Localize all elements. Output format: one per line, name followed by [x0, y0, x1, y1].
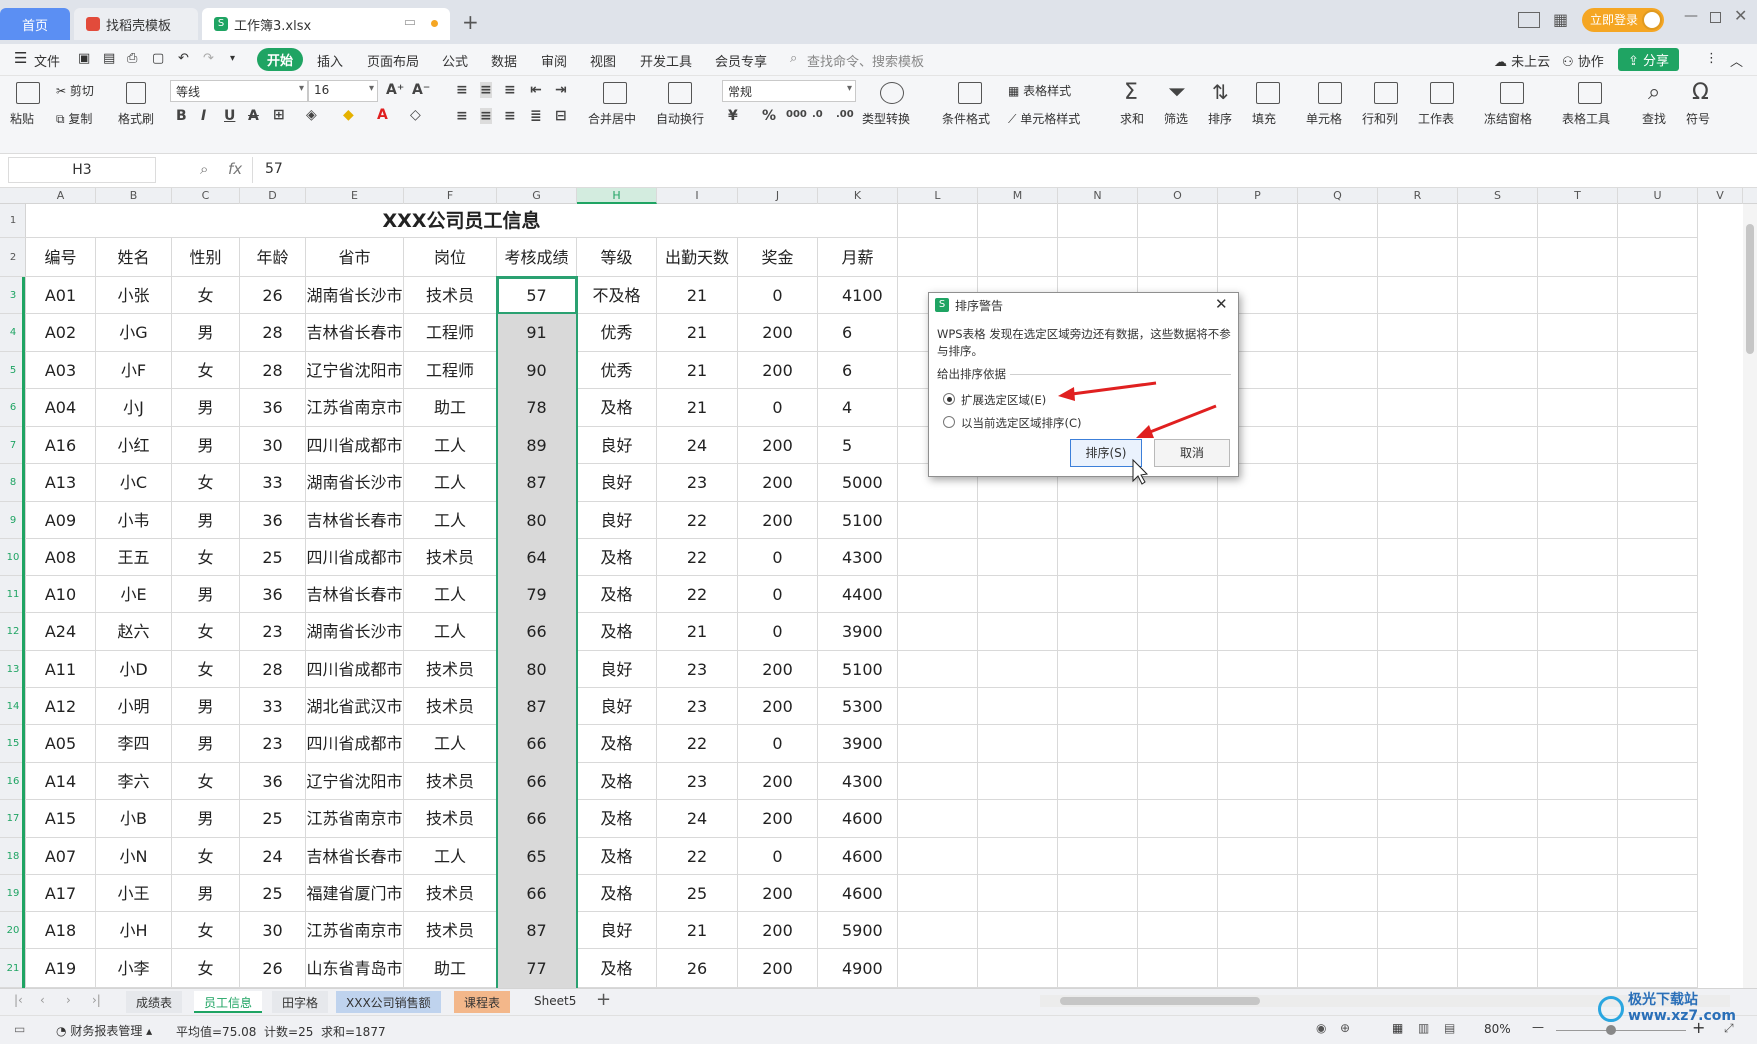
mouse-cursor-icon [1132, 458, 1149, 485]
arrow-head-sort [1136, 425, 1154, 438]
arrow-to-sort-button [1149, 404, 1217, 434]
arrow-head-expand [1058, 387, 1075, 401]
arrow-to-expand-option [1071, 381, 1157, 396]
annotation-arrows [1058, 381, 1217, 485]
dialog-section-label: 给出排序依据 [937, 366, 1010, 382]
